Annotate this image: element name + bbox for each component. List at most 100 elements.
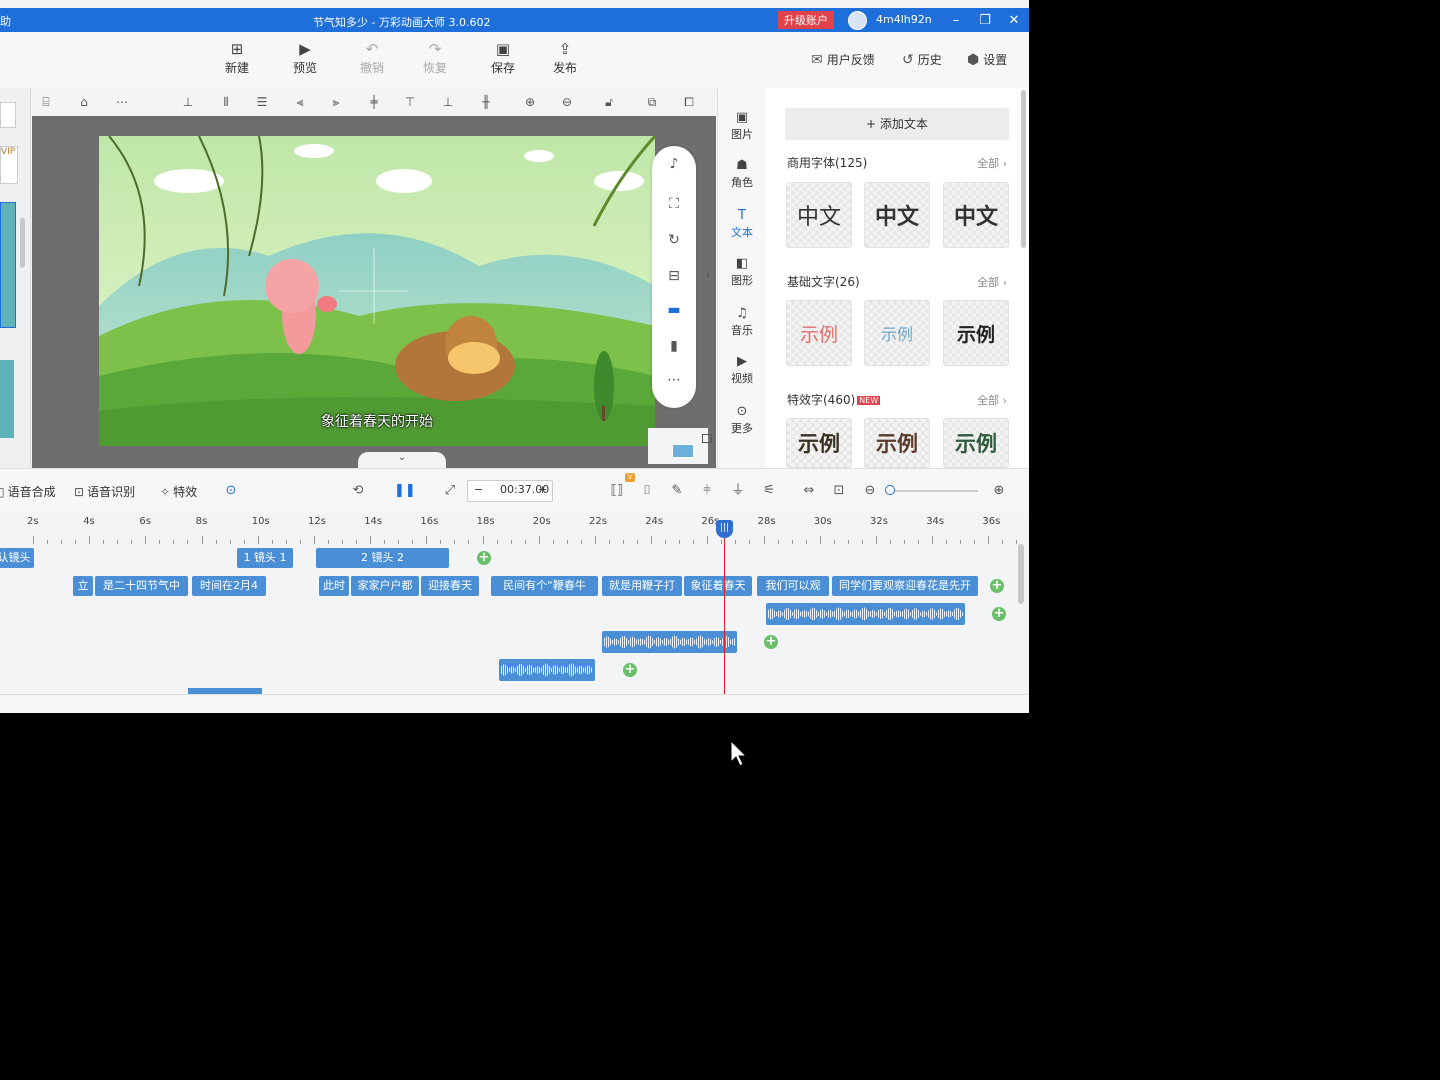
camera-clip[interactable]: 认镜头 xyxy=(0,548,34,568)
sliders-icon[interactable]: ⚟ xyxy=(760,482,778,500)
section-all-link[interactable]: 全部 › xyxy=(977,274,1007,290)
scene-preview[interactable]: 象征着春天的开始 xyxy=(99,136,655,446)
category-music[interactable]: ♫ 音乐 xyxy=(718,306,766,338)
close-icon[interactable]: ✕ xyxy=(1004,10,1024,30)
effect-text-tile[interactable]: 示例 xyxy=(943,418,1009,468)
portrait-screen-icon[interactable]: ▮ xyxy=(664,336,684,356)
scene-thumb-next[interactable] xyxy=(0,360,14,438)
align-right-icon[interactable]: ⫸ xyxy=(328,94,344,110)
section-all-link[interactable]: 全部 › xyxy=(977,155,1007,171)
effect-text-tile[interactable]: 示例 xyxy=(786,418,852,468)
audio-clip[interactable] xyxy=(766,603,965,625)
paste-icon[interactable]: ⧠ xyxy=(681,94,697,110)
category-shape[interactable]: ◧ 图形 xyxy=(718,256,766,288)
one-to-one-icon[interactable]: ⊡ xyxy=(830,482,848,500)
preview-button[interactable]: ▶ 预览 xyxy=(283,40,327,76)
save-button[interactable]: ▣ 保存 xyxy=(481,40,525,76)
subtitle-clip[interactable]: 象征着春天 xyxy=(684,576,752,596)
restore-icon[interactable]: ❐ xyxy=(975,10,995,30)
subtitle-clip[interactable]: 家家户户都 xyxy=(351,576,419,596)
font-tile[interactable]: 中文 xyxy=(943,182,1009,248)
camera-clip[interactable]: 2 镜头 2 xyxy=(316,548,449,568)
category-more[interactable]: ⊙ 更多 xyxy=(718,404,766,436)
basic-text-tile[interactable]: 示例 xyxy=(786,300,852,366)
filter-icon[interactable]: ⏚ xyxy=(729,482,747,500)
time-input[interactable]: − 00:37.00 + xyxy=(467,480,553,502)
camera-icon[interactable]: ⌷ xyxy=(638,482,656,500)
frame-fit-icon[interactable]: ⟦⟧ xyxy=(608,482,626,500)
tts-button[interactable]: ▯ 语音合成 xyxy=(0,483,56,500)
more-circle-icon[interactable]: ⊙ xyxy=(222,482,240,500)
home-icon[interactable]: ⌂ xyxy=(76,94,92,110)
rewind-icon[interactable]: ⟲ xyxy=(349,482,367,500)
canvas-thumbnail-icon[interactable] xyxy=(672,444,694,458)
category-video[interactable]: ▶ 视频 xyxy=(718,354,766,386)
collapse-timeline-icon[interactable]: ⌄ xyxy=(358,452,446,468)
align-center-v-icon[interactable]: ╫ xyxy=(478,94,494,110)
edit-icon[interactable]: ✎ xyxy=(668,482,686,500)
subtitle-clip[interactable]: 是二十四节气中 xyxy=(95,576,188,596)
copy-icon[interactable]: ⧉ xyxy=(644,94,660,110)
font-tile[interactable]: 中文 xyxy=(864,182,930,248)
subtitle-clip[interactable]: 民间有个“鞭春牛 xyxy=(491,576,598,596)
lock-icon[interactable]: 🔓︎ xyxy=(601,94,617,110)
redo-button[interactable]: ↷ 恢复 xyxy=(413,40,457,76)
timeline-scrollbar[interactable] xyxy=(1018,544,1024,604)
landscape-screen-icon[interactable]: ▬ xyxy=(664,300,684,320)
playhead-handle[interactable]: ||| xyxy=(716,520,733,538)
zoom-out-timeline-icon[interactable]: ⊖ xyxy=(861,482,879,500)
scene-thumb-selected[interactable] xyxy=(0,202,16,328)
scene-thumb-top[interactable] xyxy=(0,102,16,128)
basic-text-tile[interactable]: 示例 xyxy=(864,300,930,366)
zoom-out-icon[interactable]: ⊖ xyxy=(559,94,575,110)
upgrade-account-button[interactable]: 升级账户 xyxy=(778,11,834,29)
distribute-h-icon[interactable]: ⫴ xyxy=(218,94,234,110)
camera-clip[interactable]: 1 镜头 1 xyxy=(237,548,293,568)
new-button[interactable]: ⊞ 新建 xyxy=(215,40,259,76)
user-avatar[interactable] xyxy=(848,11,867,30)
music-note-icon[interactable]: ♪ xyxy=(664,154,684,174)
basic-text-tile[interactable]: 示例 xyxy=(943,300,1009,366)
add-text-button[interactable]: + 添加文本 xyxy=(785,108,1009,140)
font-tile[interactable]: 中文 xyxy=(786,182,852,248)
fullscreen-icon[interactable]: ⤢ xyxy=(441,482,459,500)
minimize-icon[interactable]: – xyxy=(946,10,966,30)
zoom-slider-track[interactable] xyxy=(890,490,978,492)
section-all-link[interactable]: 全部 › xyxy=(977,392,1007,408)
subtitle-clip[interactable]: 同学们要观察迎春花是先开 xyxy=(832,576,978,596)
audio-clip[interactable] xyxy=(602,631,737,653)
subtitle-clip[interactable]: 时间在2月4 xyxy=(192,576,266,596)
add-clip-icon[interactable]: + xyxy=(990,579,1004,593)
left-scrollbar[interactable] xyxy=(20,218,25,268)
fit-screen-icon[interactable]: ⛶ xyxy=(664,194,684,214)
category-character[interactable]: ☗ 角色 xyxy=(718,158,766,190)
settings-button[interactable]: ⬢ 设置 xyxy=(967,51,1007,68)
more-icon[interactable]: ⋯ xyxy=(664,370,684,390)
audio-clip[interactable] xyxy=(499,659,595,681)
category-text[interactable]: T 文本 xyxy=(718,208,766,240)
fit-width-icon[interactable]: ⇔ xyxy=(800,482,818,500)
distribute-v-icon[interactable]: ☰ xyxy=(254,94,270,110)
align-top-icon[interactable]: ⊤ xyxy=(402,94,418,110)
subtitle-clip[interactable]: 立 xyxy=(73,576,93,596)
subtitle-clip[interactable]: 此时 xyxy=(319,576,349,596)
add-clip-icon[interactable]: + xyxy=(992,607,1006,621)
undo-button[interactable]: ↶ 撤销 xyxy=(350,40,394,76)
rotate-icon[interactable]: ↻ xyxy=(664,230,684,250)
zoom-slider-knob[interactable] xyxy=(885,485,895,495)
feedback-button[interactable]: ✉ 用户反馈 xyxy=(811,51,875,68)
timeline-ruler[interactable]: 2s 4s 6s 8s 10s 12s 14s 16s 18s 20s 22s 24s 26s 28s 30… xyxy=(0,512,1018,545)
more-options-icon[interactable]: ⋯ xyxy=(114,94,130,110)
publish-button[interactable]: ⇪ 发布 xyxy=(543,40,587,76)
zoom-in-icon[interactable]: ⊕ xyxy=(522,94,538,110)
history-button[interactable]: ↺ 历史 xyxy=(902,51,942,68)
window-toggle-icon[interactable] xyxy=(702,434,712,443)
zoom-in-timeline-icon[interactable]: ⊕ xyxy=(990,482,1008,500)
effects-button[interactable]: ✧ 特效 xyxy=(160,483,197,500)
subtitle-clip[interactable]: 迎接春天 xyxy=(421,576,479,596)
vip-template-badge[interactable]: VIP xyxy=(0,146,18,184)
format-painter-icon[interactable]: ⌸ xyxy=(38,94,54,110)
category-image[interactable]: ▣ 图片 xyxy=(718,110,766,142)
panel-expand-arrow-icon[interactable]: › xyxy=(700,268,716,288)
asr-button[interactable]: ⊡ 语音识别 xyxy=(74,483,135,500)
